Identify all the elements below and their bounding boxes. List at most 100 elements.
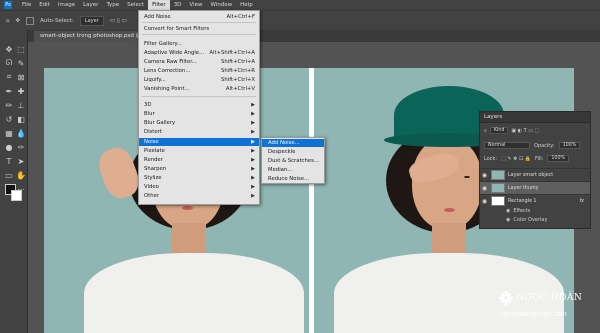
menu-item-lens-correction[interactable]: Lens Correction... Shift+Ctrl+R [139,67,259,75]
submenu-item-despeckle[interactable]: Despeckle [262,148,324,156]
menu-help[interactable]: Help [236,0,257,10]
submenu-item-median[interactable]: Median... [262,166,324,174]
submenu-arrow-icon: ▶ [251,193,255,199]
menu-item-other[interactable]: Other ▶ [139,192,259,200]
menu-edit[interactable]: Edit [35,0,54,10]
background-color-swatch[interactable] [11,190,22,201]
menu-file[interactable]: File [18,0,35,10]
opacity-field[interactable]: 100% [558,142,581,149]
menu-filter[interactable]: Filter [148,0,170,10]
submenu-arrow-icon: ▶ [251,102,255,108]
menu-3d[interactable]: 3D [170,0,186,10]
healing-icon[interactable]: ✚ [16,86,26,96]
submenu-arrow-icon: ▶ [251,111,255,117]
menu-item-liquify[interactable]: Liquify... Shift+Ctrl+X [139,76,259,84]
blend-mode-dropdown[interactable]: Normal [484,142,530,149]
visibility-eye-icon[interactable]: ◉ [480,172,489,179]
blur-icon[interactable]: 💧 [16,128,26,138]
menu-window[interactable]: Window [206,0,236,10]
auto-select-dropdown[interactable]: Layer [79,15,104,26]
submenu-arrow-icon: ▶ [251,157,255,163]
menu-item-add-noise[interactable]: Add Noise Alt+Ctrl+F [139,13,259,21]
auto-select-label: Auto-Select: [40,17,74,24]
auto-select-checkbox[interactable] [26,16,35,25]
fx-badge[interactable]: fx [579,199,584,204]
menu-item-noise[interactable]: Noise ▶ [139,138,259,146]
layer-row-selected[interactable]: ◉ Layer thumy [480,181,590,194]
eraser-icon[interactable]: ◧ [16,114,26,124]
menu-view[interactable]: View [185,0,206,10]
filter-menu: Add Noise Alt+Ctrl+F Convert for Smart Fi… [138,10,260,205]
quick-select-icon[interactable]: ✎ [16,58,26,68]
submenu-arrow-icon: ▶ [251,148,255,154]
pen-icon[interactable]: ✑ [16,142,26,152]
eyedropper-icon[interactable]: ✒ [4,86,14,96]
kind-filter-dropdown[interactable]: Kind [489,127,509,134]
menu-select[interactable]: Select [123,0,148,10]
visibility-eye-icon[interactable]: ◉ [480,198,489,205]
document-tab-bar: smart-object trong photoshop.psd @ 66.7%… [28,30,600,42]
menu-item-blur-gallery[interactable]: Blur Gallery ▶ [139,119,259,127]
align-icons[interactable]: ▭ ▯ ▭ [110,18,127,24]
shape-icon[interactable]: ▭ [4,170,14,180]
submenu-arrow-icon: ▶ [251,129,255,135]
stamp-icon[interactable]: ⊥ [16,100,26,110]
submenu-arrow-icon: ▶ [251,184,255,190]
history-brush-icon[interactable]: ↺ [4,114,14,124]
layers-panel-title: Layers [480,112,590,123]
dodge-icon[interactable]: ● [4,142,14,152]
effects-label: Effects [513,208,531,214]
layer-name: Layer smart object [508,172,554,178]
submenu-item-dust-scratches[interactable]: Dust & Scratches... [262,157,324,165]
move-tool-icon[interactable]: ✥ [16,18,21,24]
menu-bar: Ps File Edit Image Layer Type Select Fil… [0,0,600,10]
move-icon[interactable]: ✥ [4,44,14,54]
menu-item-camera-raw[interactable]: Camera Raw Filter... Shift+Ctrl+A [139,58,259,66]
options-bar: ⌂ ✥ Auto-Select: Layer ▭ ▯ ▭ [0,10,600,30]
menu-type[interactable]: Type [102,0,123,10]
menu-item-vanishing-point[interactable]: Vanishing Point... Alt+Ctrl+V [139,85,259,93]
layers-panel: Layers ⌕ Kind ▣ ◐ T ▭ ⬚ Normal Opacity: … [479,111,591,229]
menu-item-convert-smart-filters[interactable]: Convert for Smart Filters [139,25,259,33]
menu-item-stylize[interactable]: Stylize ▶ [139,174,259,182]
path-select-icon[interactable]: ➤ [16,156,26,166]
hand-icon[interactable]: ✋ [16,170,26,180]
filter-icons[interactable]: ▣ ◐ T ▭ ⬚ [511,128,539,134]
menu-image[interactable]: Image [54,0,79,10]
opacity-label: Opacity: [534,142,555,149]
fill-field[interactable]: 100% [547,155,570,162]
crop-icon[interactable]: ⌗ [4,72,14,82]
brush-icon[interactable]: ✏ [4,100,14,110]
menu-layer[interactable]: Layer [79,0,102,10]
marquee-icon[interactable]: ⬚ [16,44,26,54]
menu-item-adaptive-wide-angle[interactable]: Adaptive Wide Angle... Alt+Shift+Ctrl+A [139,49,259,57]
layer-thumbnail [491,196,505,206]
layer-name: Rectangle 1 [508,198,537,204]
photoshop-logo[interactable]: Ps [4,1,12,9]
type-icon[interactable]: T [4,156,14,166]
menu-item-sharpen[interactable]: Sharpen ▶ [139,165,259,173]
menu-item-render[interactable]: Render ▶ [139,156,259,164]
submenu-item-reduce-noise[interactable]: Reduce Noise... [262,175,324,183]
menu-item-blur[interactable]: Blur ▶ [139,110,259,118]
layer-row[interactable]: ◉ Rectangle 1 fx [480,194,590,207]
visibility-eye-icon[interactable]: ◉ [480,185,489,192]
search-icon: ⌕ [484,127,487,134]
submenu-arrow-icon: ▶ [251,175,255,181]
layer-row[interactable]: ◉ Layer smart object [480,168,590,181]
gradient-icon[interactable]: ▦ [4,128,14,138]
frame-icon[interactable]: ⊠ [16,72,26,82]
lock-icons[interactable]: ⬚ ✎ ✥ ⊡ 🔒 [501,156,531,162]
visibility-eye-icon[interactable]: ◉ [506,208,510,214]
menu-item-filter-gallery[interactable]: Filter Gallery... [139,40,259,48]
home-icon[interactable]: ⌂ [6,18,10,24]
fill-label: Fill: [534,155,544,162]
menu-item-3d[interactable]: 3D ▶ [139,101,259,109]
lasso-icon[interactable]: ᘏ [4,58,14,68]
visibility-eye-icon[interactable]: ◉ [506,217,510,223]
menu-item-pixelate[interactable]: Pixelate ▶ [139,147,259,155]
watermark-site: ngochoandesign.com [500,311,567,318]
menu-item-video[interactable]: Video ▶ [139,183,259,191]
submenu-item-add-noise[interactable]: Add Noise... [262,139,324,147]
menu-item-distort[interactable]: Distort ▶ [139,128,259,136]
